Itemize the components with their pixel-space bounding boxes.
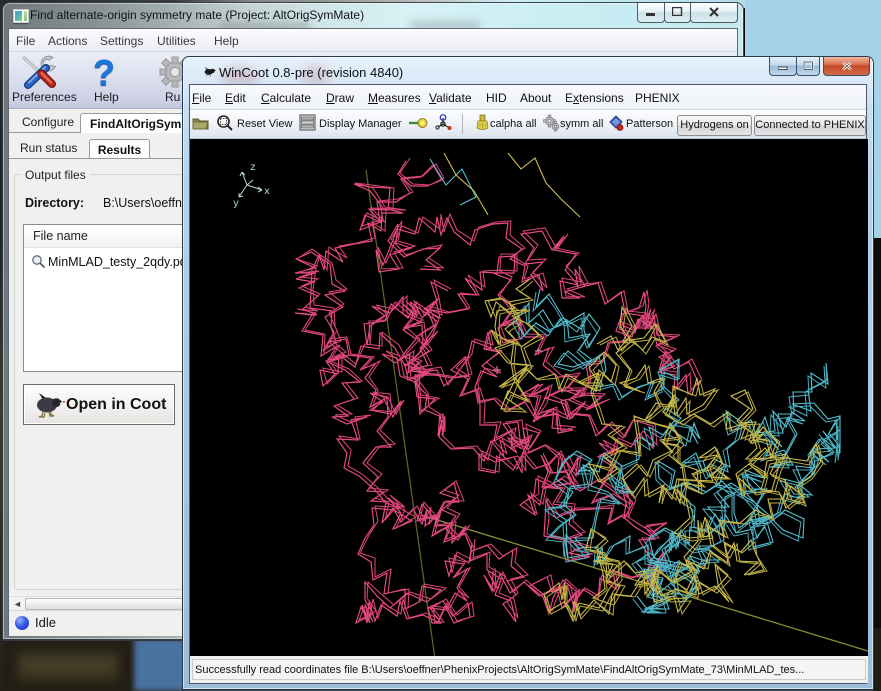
svg-text:z: z xyxy=(250,163,256,174)
svg-text:x: x xyxy=(264,187,270,198)
svg-text:y: y xyxy=(233,199,239,210)
